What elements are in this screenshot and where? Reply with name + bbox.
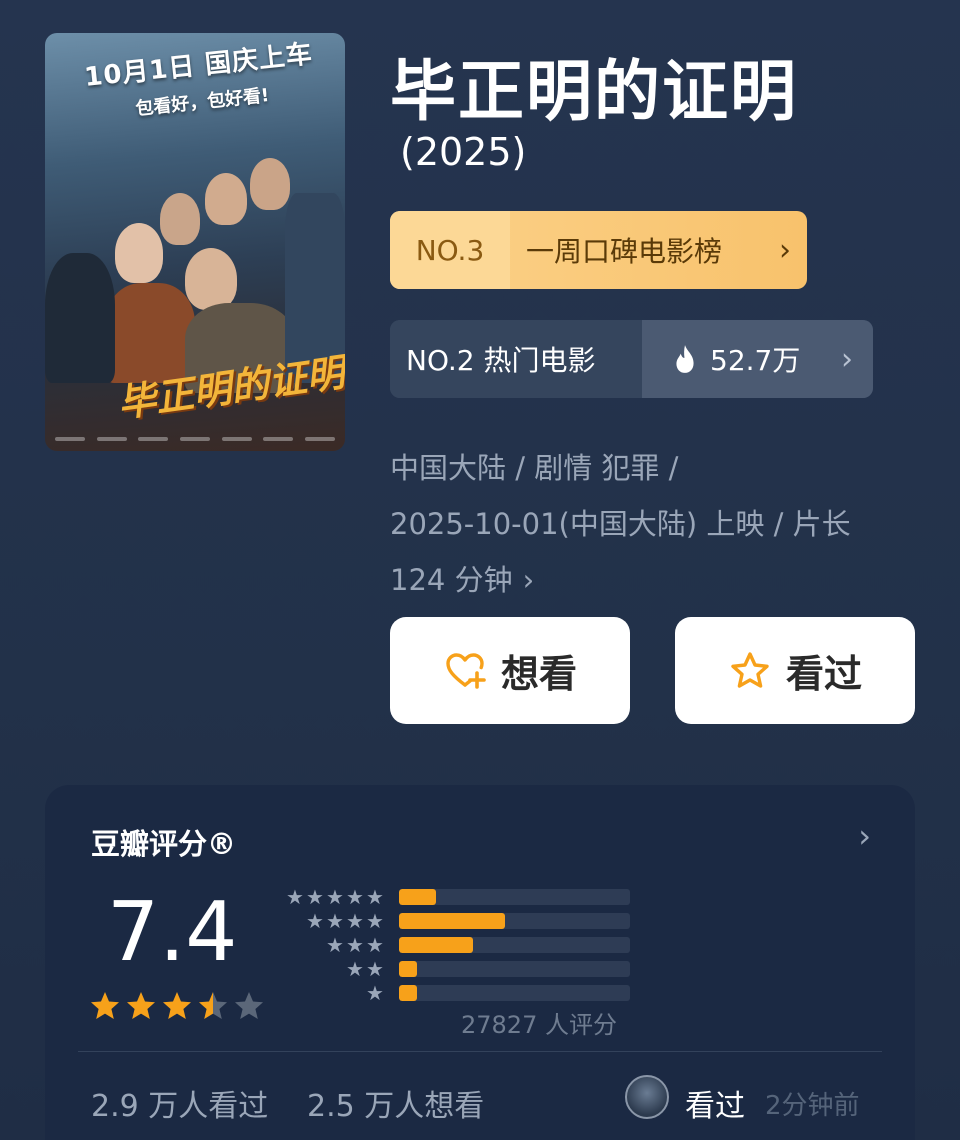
rating-row-2-star: ★ ★: [275, 957, 635, 981]
rating-bar-fill: [399, 985, 418, 1001]
movie-title: 毕正明的证明: [390, 53, 798, 130]
rating-bar-track: [399, 985, 630, 1001]
small-star-icon: ★: [346, 957, 364, 981]
want-to-watch-button[interactable]: 想看: [390, 617, 630, 724]
douban-rating-card[interactable]: 豆瓣评分® › 7.4 ★ ★ ★ ★ ★ ★ ★ ★ ★ ★ ★ ★ ★ ★ ★ 27827 人评分 2.…: [45, 785, 915, 1140]
rating-bar-track: [399, 961, 630, 977]
rating-row-4-star: ★ ★ ★ ★: [275, 909, 635, 933]
chevron-right-icon[interactable]: ›: [858, 817, 871, 855]
rating-bar-track: [399, 937, 630, 953]
rating-bar-fill: [399, 889, 436, 905]
meta-line-duration: 124 分钟 ›: [390, 552, 930, 608]
rating-bar-fill: [399, 913, 506, 929]
small-star-icon: ★: [366, 957, 384, 981]
rating-bar-fill: [399, 937, 473, 953]
avatar[interactable]: [625, 1075, 669, 1119]
poster-credits: [55, 437, 335, 445]
watched-button[interactable]: 看过: [675, 617, 915, 724]
friend-action-time: 2分钟前: [765, 1091, 860, 1121]
chevron-right-icon: ›: [779, 232, 791, 268]
movie-meta[interactable]: 中国大陆 / 剧情 犯罪 / 2025-10-01(中国大陆) 上映 / 片长 …: [390, 440, 930, 608]
weekly-rank-number: NO.3: [390, 211, 510, 289]
star-empty-icon: [235, 992, 263, 1019]
small-star-icon: ★: [326, 933, 344, 957]
rating-bar-track: [399, 889, 630, 905]
rating-bar-fill: [399, 961, 418, 977]
flame-icon: [676, 345, 694, 373]
small-star-icon: ★: [306, 909, 324, 933]
watched-count[interactable]: 2.9 万人看过: [91, 1081, 268, 1125]
hot-heat-section: 52.7万 ›: [642, 320, 873, 398]
small-star-icon: ★: [366, 909, 384, 933]
rating-stars: [89, 990, 269, 1022]
rating-row-3-star: ★ ★ ★: [275, 933, 635, 957]
star-row-icon: ★ ★: [275, 959, 385, 979]
movie-year: (2025): [400, 130, 527, 174]
rating-count: 27827 人评分: [461, 1011, 617, 1039]
friend-action: 看过: [685, 1089, 745, 1124]
chevron-right-icon: ›: [522, 563, 535, 597]
star-half-icon: [199, 992, 227, 1019]
want-count[interactable]: 2.5 万人想看: [307, 1081, 484, 1125]
poster-figures: [45, 153, 345, 393]
small-star-icon: ★: [346, 885, 364, 909]
star-row-icon: ★ ★ ★ ★: [275, 911, 385, 931]
small-star-icon: ★: [366, 885, 384, 909]
watched-label: 看过: [785, 652, 862, 696]
small-star-icon: ★: [306, 885, 324, 909]
rating-distribution: ★ ★ ★ ★ ★ ★ ★ ★ ★ ★ ★ ★ ★ ★ ★: [275, 885, 635, 1005]
star-filled-icon: [91, 992, 119, 1019]
star-row-icon: ★: [275, 983, 385, 1003]
want-to-watch-label: 想看: [500, 652, 577, 696]
rating-score: 7.4: [107, 885, 238, 980]
meta-line-release: 2025-10-01(中国大陆) 上映 / 片长: [390, 507, 851, 541]
movie-poster[interactable]: 10月1日 国庆上车 包看好，包好看! 毕正明的证明: [45, 33, 345, 451]
heart-plus-icon: [446, 652, 486, 689]
star-row-icon: ★ ★ ★: [275, 935, 385, 955]
star-filled-icon: [163, 992, 191, 1019]
meta-duration: 124 分钟: [390, 563, 513, 597]
small-star-icon: ★: [326, 909, 344, 933]
hot-rank-badge[interactable]: NO.2 热门电影 52.7万 ›: [390, 320, 873, 398]
hot-heat-value: 52.7万: [710, 344, 801, 377]
meta-line-region-genre: 中国大陆 / 剧情 犯罪 /: [390, 451, 679, 485]
star-filled-icon: [127, 992, 155, 1019]
star-outline-icon: [731, 651, 769, 688]
rating-bar-track: [399, 913, 630, 929]
rating-row-5-star: ★ ★ ★ ★ ★: [275, 885, 635, 909]
star-row-icon: ★ ★ ★ ★ ★: [275, 887, 385, 907]
small-star-icon: ★: [286, 885, 304, 909]
rating-row-1-star: ★: [275, 981, 635, 1005]
weekly-rank-label: 一周口碑电影榜: [526, 235, 723, 268]
divider: [78, 1051, 882, 1052]
small-star-icon: ★: [366, 933, 384, 957]
small-star-icon: ★: [346, 909, 364, 933]
small-star-icon: ★: [346, 933, 364, 957]
chevron-right-icon: ›: [841, 341, 853, 377]
small-star-icon: ★: [366, 981, 384, 1005]
small-star-icon: ★: [326, 885, 344, 909]
hot-rank-label: NO.2 热门电影: [390, 320, 642, 398]
weekly-rank-badge[interactable]: NO.3 一周口碑电影榜 ›: [390, 211, 807, 289]
rating-title: 豆瓣评分®: [91, 827, 237, 861]
poster-banner: 10月1日 国庆上车 包看好，包好看!: [72, 33, 328, 127]
